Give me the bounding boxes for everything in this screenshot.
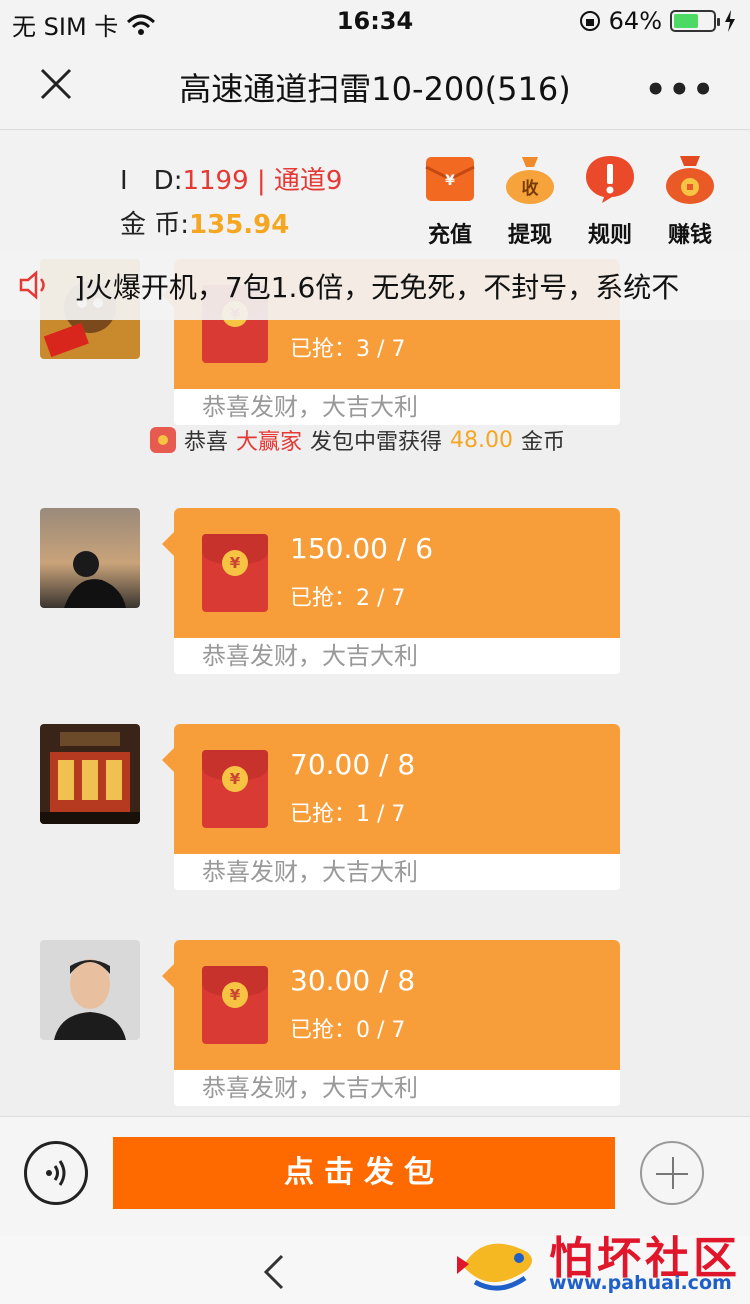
withdraw-label: 提现 (507, 223, 552, 248)
id-value: 1199 | 通道9 (182, 166, 343, 196)
red-packet[interactable]: ¥ 30.00 / 8 已抢：0 / 7 恭喜发财，大吉大利 (162, 940, 620, 1106)
coin-label: 金 币: (120, 210, 190, 240)
packet-grabbed: 已抢：2 / 7 (290, 586, 406, 611)
withdraw-button[interactable]: 收 提现 (490, 153, 570, 249)
account-info: I D:1199 | 通道9 金 币:135.94 (120, 159, 342, 247)
recharge-envelope-icon: ¥ (425, 157, 475, 201)
avatar[interactable] (40, 724, 140, 824)
status-bar: 无 SIM 卡 16:34 64% (0, 0, 750, 41)
earn-money-label: 赚钱 (667, 223, 712, 248)
notice-text: ]火爆开机，7包1.6倍，无免死，不封号，系统不 (74, 271, 680, 304)
won-amount: 48.00 (450, 427, 514, 453)
red-envelope-icon: ¥ (202, 750, 268, 828)
page-title: 高速通道扫雷10-200(516) (179, 70, 571, 108)
red-packet-icon (150, 427, 176, 453)
rules-button[interactable]: 规则 (570, 153, 650, 249)
recharge-label: 充值 (427, 223, 472, 248)
packet-greeting: 恭喜发财，大吉大利 (174, 638, 620, 674)
rules-label: 规则 (587, 223, 632, 248)
nav-bar: 高速通道扫雷10-200(516) ••• (0, 40, 750, 130)
battery-icon (670, 10, 720, 32)
earn-money-bag-icon (666, 156, 714, 204)
packet-greeting: 恭喜发财，大吉大利 (174, 389, 620, 425)
red-packet[interactable]: ¥ 70.00 / 8 已抢：1 / 7 恭喜发财，大吉大利 (162, 724, 620, 890)
packet-grabbed: 已抢：0 / 7 (290, 1018, 406, 1043)
svg-text:¥: ¥ (445, 173, 455, 189)
battery-group: 64% (579, 7, 736, 35)
account-header: I D:1199 | 通道9 金 币:135.94 ¥ 充值 收 提现 规则 赚… (0, 131, 750, 251)
more-menu-icon[interactable]: ••• (645, 70, 716, 110)
watermark-url: www.pahuai.com (549, 1272, 732, 1294)
id-label: I D: (120, 166, 183, 196)
avatar[interactable] (40, 940, 140, 1040)
packet-amount: 30.00 / 8 (290, 964, 416, 997)
speaker-icon (19, 270, 45, 300)
battery-percent: 64% (608, 7, 662, 35)
svg-text:收: 收 (522, 178, 539, 199)
avatar[interactable] (40, 508, 140, 608)
packet-greeting: 恭喜发财，大吉大利 (174, 854, 620, 890)
packet-grabbed: 已抢：1 / 7 (290, 802, 406, 827)
system-notice: 恭喜 大赢家 发包中雷获得 48.00 金币 (150, 424, 565, 456)
coin-balance: 135.94 (189, 210, 290, 240)
notice-middle: 发包中雷获得 (310, 430, 443, 455)
notice-marquee: ]火爆开机，7包1.6倍，无免死，不封号，系统不 (0, 250, 750, 320)
watermark: 怕坏社区 www.pahuai.com (455, 1222, 745, 1302)
winner-name: 大赢家 (236, 430, 303, 455)
rules-exclamation-icon (586, 156, 634, 203)
action-buttons: ¥ 充值 收 提现 规则 赚钱 (410, 153, 730, 249)
charging-bolt-icon (725, 10, 735, 32)
red-envelope-icon: ¥ (202, 966, 268, 1044)
earn-money-button[interactable]: 赚钱 (650, 153, 730, 249)
voice-icon (46, 1160, 66, 1186)
orientation-lock-icon (579, 11, 600, 31)
packet-amount: 150.00 / 6 (290, 532, 434, 565)
notice-suffix: 金币 (521, 430, 566, 455)
bottom-bar: 点击发包 (0, 1116, 750, 1236)
red-packet[interactable]: ¥ 150.00 / 6 已抢：2 / 7 恭喜发财，大吉大利 (162, 508, 620, 674)
recharge-button[interactable]: ¥ 充值 (410, 153, 490, 249)
withdraw-bag-icon: 收 (506, 157, 554, 204)
voice-input-button[interactable] (24, 1141, 88, 1205)
send-red-packet-button[interactable]: 点击发包 (113, 1137, 615, 1209)
notice-prefix: 恭喜 (184, 430, 229, 455)
back-chevron-icon[interactable] (262, 1254, 286, 1290)
packet-greeting: 恭喜发财，大吉大利 (174, 1070, 620, 1106)
add-more-icon[interactable] (640, 1141, 704, 1205)
packet-amount: 70.00 / 8 (290, 748, 416, 781)
packet-grabbed: 已抢：3 / 7 (290, 337, 406, 362)
fish-logo-icon (457, 1243, 532, 1291)
red-envelope-icon: ¥ (202, 534, 268, 612)
